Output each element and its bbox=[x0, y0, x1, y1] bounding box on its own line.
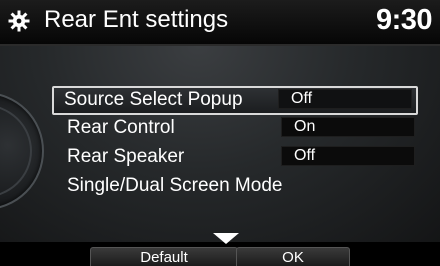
menu-item-label: Rear Control bbox=[67, 117, 175, 138]
settings-gear-icon bbox=[8, 10, 30, 32]
menu-item-rear-speaker[interactable]: Rear Speaker Off bbox=[55, 144, 415, 173]
settings-panel: Source Select Popup Off Rear Control On … bbox=[0, 46, 440, 242]
menu-item-value: Off bbox=[278, 89, 412, 109]
page-title: Rear Ent settings bbox=[44, 6, 229, 33]
rear-ent-settings-screen: Rear Ent settings 9:30 Source Select Pop… bbox=[0, 0, 440, 266]
clock: 9:30 bbox=[375, 4, 433, 36]
scroll-down-arrow-icon[interactable] bbox=[213, 233, 239, 244]
ok-button[interactable]: OK bbox=[236, 247, 350, 266]
menu-item-label: Source Select Popup bbox=[64, 89, 243, 110]
settings-menu: Source Select Popup Off Rear Control On … bbox=[52, 86, 418, 202]
menu-item-source-select-popup[interactable]: Source Select Popup Off bbox=[52, 86, 418, 115]
menu-item-value: Off bbox=[281, 146, 415, 166]
default-button[interactable]: Default bbox=[90, 247, 238, 266]
softkey-bar: Default OK bbox=[0, 244, 440, 266]
menu-item-rear-control[interactable]: Rear Control On bbox=[55, 115, 415, 144]
menu-item-value-text: On bbox=[294, 118, 316, 135]
menu-item-single-dual-screen-mode[interactable]: Single/Dual Screen Mode bbox=[55, 173, 415, 202]
menu-item-label: Rear Speaker bbox=[67, 146, 185, 167]
menu-item-value-text: Off bbox=[294, 147, 316, 164]
header-bar: Rear Ent settings 9:30 bbox=[0, 0, 440, 46]
menu-item-value: On bbox=[281, 117, 415, 137]
menu-item-label: Single/Dual Screen Mode bbox=[67, 175, 283, 196]
menu-item-value-text: Off bbox=[291, 90, 313, 107]
